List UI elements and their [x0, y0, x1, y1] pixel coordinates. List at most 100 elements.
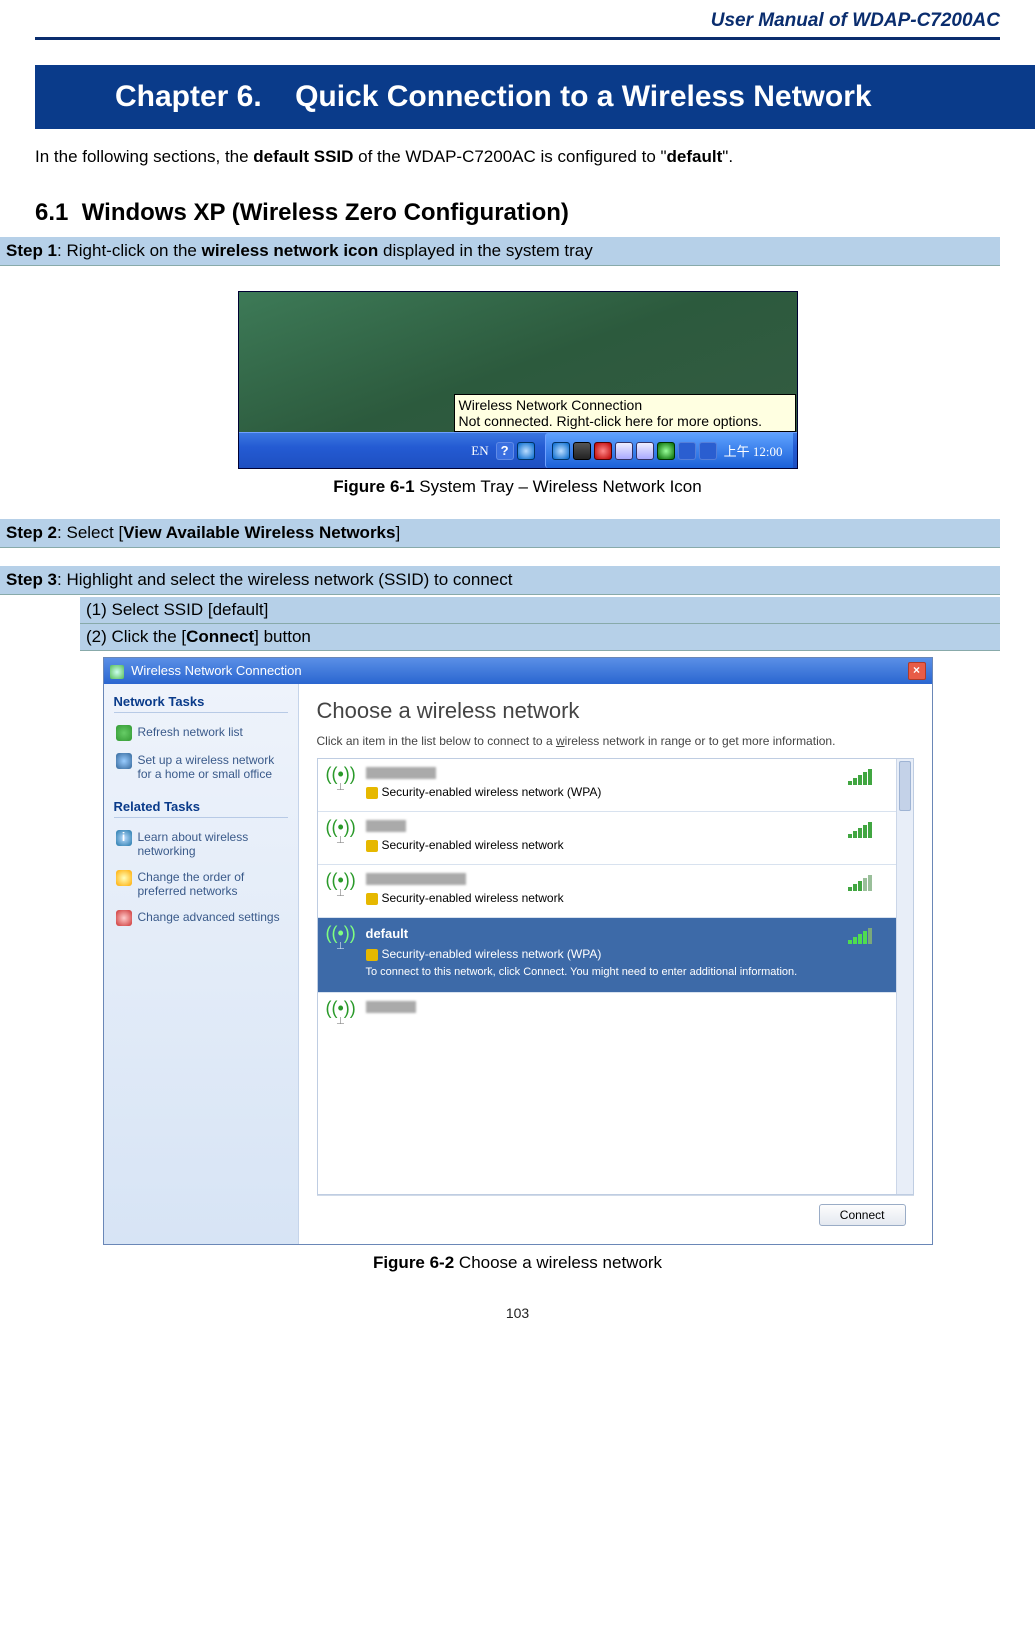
scrollbar[interactable] [896, 759, 913, 1194]
step2-label: Step 2 [6, 523, 57, 542]
step3-sub2c: ] button [254, 627, 311, 646]
network-item-1[interactable]: ((•))⊥ Security-enabled wireless network… [318, 759, 896, 812]
scrollbar-thumb[interactable] [899, 761, 911, 811]
step3-sub2b: Connect [186, 627, 254, 646]
choose-network-subtext: Click an item in the list below to conne… [317, 734, 914, 748]
taskbar: EN ? 上午 12:00 [239, 432, 797, 468]
info-icon: i [116, 830, 132, 846]
figure-6-2-caption: Figure 6-2 Choose a wireless network [0, 1253, 1035, 1273]
lock-icon [366, 840, 378, 852]
network-item-5[interactable]: ((•))⊥ [318, 993, 896, 1041]
fig61-label: Figure 6-1 [333, 477, 414, 496]
antenna-icon: ((•))⊥ [326, 767, 356, 799]
adv-label: Change advanced settings [138, 910, 280, 924]
change-advanced-settings[interactable]: Change advanced settings [114, 904, 288, 932]
volume-icon[interactable] [678, 442, 696, 460]
step3-rest: : Highlight and select the wireless netw… [57, 570, 512, 589]
dialog-main: Choose a wireless network Click an item … [299, 684, 932, 1244]
related-tasks-header: Related Tasks [114, 799, 288, 818]
security-label: Security-enabled wireless network [382, 838, 564, 852]
step1-bold: wireless network icon [202, 241, 379, 260]
intro-bold1: default SSID [253, 147, 353, 166]
gear-icon [116, 910, 132, 926]
refresh-network-list[interactable]: Refresh network list [114, 719, 288, 747]
dialog-title: Wireless Network Connection [131, 663, 302, 678]
order-label: Change the order of preferred networks [138, 870, 286, 898]
learn-label: Learn about wireless networking [138, 830, 286, 858]
intro-prefix: In the following sections, the [35, 147, 253, 166]
dialog-titlebar: Wireless Network Connection × [104, 658, 932, 684]
antivirus-icon[interactable] [594, 442, 612, 460]
setup-label: Set up a wireless network for a home or … [138, 753, 286, 781]
security-label: Security-enabled wireless network (WPA) [382, 785, 602, 799]
status-icon[interactable] [657, 442, 675, 460]
lock-icon [366, 949, 378, 961]
sub-b: ireless network in range or to get more … [565, 734, 836, 748]
figure-6-2-screenshot: Wireless Network Connection × Network Ta… [103, 657, 933, 1245]
step2-sep: : Select [ [57, 523, 123, 542]
step1-sep: : Right-click on the [57, 241, 202, 260]
manual-header: User Manual of WDAP-C7200AC [35, 0, 1000, 40]
chapter-title: Quick Connection to a Wireless Network [295, 80, 872, 113]
tooltip-line2: Not connected. Right-click here for more… [459, 413, 791, 429]
sub-a: Click an item in the list below to conne… [317, 734, 556, 748]
antenna-icon: ((•))⊥ [326, 820, 356, 852]
intro-mid: of the WDAP-C7200AC is configured to " [353, 147, 666, 166]
network-item-3[interactable]: ((•))⊥ Security-enabled wireless network [318, 865, 896, 918]
wireless-network-icon-2[interactable] [636, 442, 654, 460]
selected-description: To connect to this network, click Connec… [366, 965, 838, 980]
connect-button[interactable]: Connect [819, 1204, 906, 1226]
dialog-sidebar: Network Tasks Refresh network list Set u… [104, 684, 299, 1244]
network-icon[interactable] [552, 442, 570, 460]
figure-6-1-caption: Figure 6-1 System Tray – Wireless Networ… [0, 477, 1035, 497]
monitor-icon[interactable] [699, 442, 717, 460]
signal-bars-icon [848, 926, 888, 944]
signal-bars-icon [848, 820, 888, 838]
security-label: Security-enabled wireless network [382, 891, 564, 905]
step3-label: Step 3 [6, 570, 57, 589]
step-2-bar: Step 2: Select [View Available Wireless … [0, 519, 1000, 548]
help-icon[interactable]: ? [496, 442, 514, 460]
close-button[interactable]: × [908, 662, 926, 680]
star-icon [116, 870, 132, 886]
signal-bars-icon [848, 767, 888, 785]
antenna-icon: ((•))⊥ [326, 1001, 356, 1029]
step1-after: displayed in the system tray [378, 241, 592, 260]
step3-sub2: (2) Click the [Connect] button [80, 624, 1000, 651]
security-label: Security-enabled wireless network (WPA) [382, 947, 602, 961]
language-indicator[interactable]: EN [467, 443, 492, 459]
step1-label: Step 1 [6, 241, 57, 260]
section-number: 6.1 [35, 199, 68, 226]
lock-icon [366, 893, 378, 905]
network-list: ((•))⊥ Security-enabled wireless network… [317, 758, 914, 1195]
step2-bold: View Available Wireless Networks [123, 523, 395, 542]
learn-about-wireless[interactable]: i Learn about wireless networking [114, 824, 288, 864]
setup-wireless-network[interactable]: Set up a wireless network for a home or … [114, 747, 288, 787]
ssid-redacted [366, 767, 436, 779]
network-item-2[interactable]: ((•))⊥ Security-enabled wireless network [318, 812, 896, 865]
network-tasks-header: Network Tasks [114, 694, 288, 713]
refresh-icon [116, 725, 132, 741]
intro-suffix: ". [722, 147, 733, 166]
fig61-text: System Tray – Wireless Network Icon [415, 477, 702, 496]
lock-icon [366, 787, 378, 799]
change-order-preferred[interactable]: Change the order of preferred networks [114, 864, 288, 904]
antenna-icon: ((•))⊥ [326, 873, 356, 905]
display-icon[interactable] [573, 442, 591, 460]
tray-app-icon[interactable] [517, 442, 535, 460]
wireless-network-icon[interactable] [615, 442, 633, 460]
section-6-1-heading: 6.1 Windows XP (Wireless Zero Configurat… [35, 187, 1000, 235]
sub-u: w [556, 734, 565, 748]
page-number: 103 [0, 1295, 1035, 1321]
setup-icon [116, 753, 132, 769]
dialog-footer: Connect [317, 1195, 914, 1234]
clock[interactable]: 上午 12:00 [720, 441, 787, 460]
figure-6-1-screenshot: Wireless Network Connection Not connecte… [238, 291, 798, 469]
step-3-bar: Step 3: Highlight and select the wireles… [0, 566, 1000, 595]
network-item-default-selected[interactable]: ((•))⊥ default Security-enabled wireless… [318, 918, 896, 993]
signal-bars-icon [848, 873, 888, 891]
fig62-label: Figure 6-2 [373, 1253, 454, 1272]
chapter-heading: Chapter 6. Quick Connection to a Wireles… [35, 65, 1035, 129]
wireless-tooltip: Wireless Network Connection Not connecte… [454, 394, 796, 432]
intro-bold2: default [667, 147, 723, 166]
